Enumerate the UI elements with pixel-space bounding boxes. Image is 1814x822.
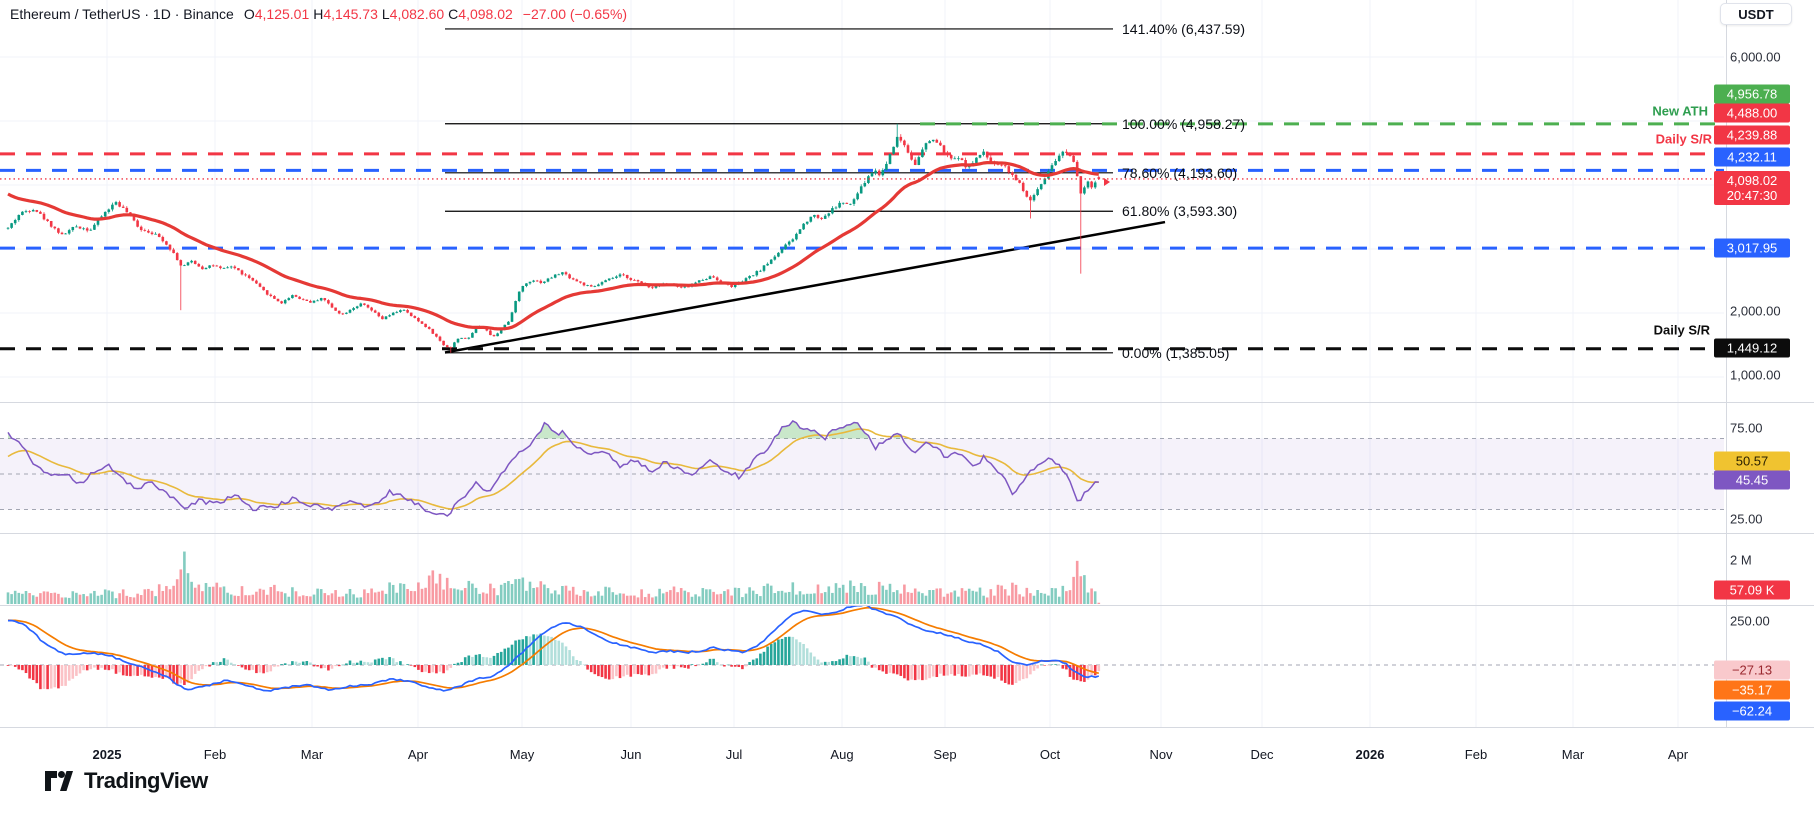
change-value: −27.00 (−0.65%) [522, 6, 628, 22]
time-axis-label: 2026 [1355, 747, 1385, 762]
time-axis-label: May [509, 747, 535, 762]
price-axis-badge: 1,449.12 [1714, 338, 1790, 358]
time-axis-label: Feb [1464, 747, 1488, 762]
ohlc-o: O4,125.01 [243, 6, 310, 22]
tradingview-logo-icon [45, 771, 73, 791]
time-axis-label: Feb [203, 747, 227, 762]
chart-legend[interactable]: Ethereum / TetherUS · 1D · Binance O4,12… [10, 6, 627, 22]
price-axis-badge: 4,239.88 [1714, 125, 1790, 145]
time-axis-label: Sep [933, 747, 957, 762]
rsi-axis-tick: 25.00 [1730, 511, 1763, 527]
fib-level-label: 61.80% (3,593.30) [1122, 203, 1238, 220]
time-axis-label: Mar [1561, 747, 1585, 762]
price-axis-tick: 1,000.00 [1730, 367, 1781, 383]
time-axis-label: Jun [620, 747, 642, 762]
price-axis-badge: 4,488.00 [1714, 103, 1790, 123]
rsi-axis-badge: 50.57 [1714, 451, 1790, 471]
annotation-new-ath: New ATH [1652, 103, 1708, 119]
time-axis-label: Apr [1667, 747, 1689, 762]
chart-canvas[interactable] [0, 0, 1814, 762]
tradingview-logo-text: TradingView [84, 768, 208, 793]
macd-axis-badge: −27.13 [1714, 660, 1790, 680]
macd-axis-tick: 250.00 [1730, 613, 1770, 629]
ohlc-l: L4,082.60 [381, 6, 445, 22]
macd-axis-badge: −62.24 [1714, 701, 1790, 721]
price-axis-tick: 2,000.00 [1730, 303, 1781, 319]
volume-axis-badge: 57.09 K [1714, 580, 1790, 600]
ohlc-values: O4,125.01 H4,145.73 L4,082.60 C4,098.02 [240, 6, 513, 22]
time-axis-label: Dec [1250, 747, 1274, 762]
price-axis-badge: 3,017.95 [1714, 238, 1790, 258]
currency-toggle-button[interactable]: USDT [1720, 3, 1792, 25]
tradingview-chart-window: Ethereum / TetherUS · 1D · Binance O4,12… [0, 0, 1814, 822]
fib-level-label: 0.00% (1,385.05) [1122, 344, 1230, 361]
rsi-axis-tick: 75.00 [1730, 420, 1763, 436]
time-axis-label: Apr [407, 747, 429, 762]
time-axis-label: Mar [300, 747, 324, 762]
price-axis-badge: 4,098.02 20:47:30 [1714, 171, 1790, 205]
time-axis-label: 2025 [92, 747, 122, 762]
tradingview-logo[interactable]: TradingView [44, 768, 208, 794]
ohlc-c: C4,098.02 [448, 6, 513, 22]
macd-axis-badge: −35.17 [1714, 680, 1790, 700]
rsi-axis-badge: 45.45 [1714, 470, 1790, 490]
time-axis-label: Nov [1149, 747, 1173, 762]
fib-level-label: 100.00% (4,958.27) [1122, 115, 1245, 132]
time-axis-label: Oct [1039, 747, 1061, 762]
volume-axis-tick: 2 M [1730, 552, 1752, 568]
price-axis-tick: 6,000.00 [1730, 49, 1781, 65]
price-axis-badge: 4,232.11 [1714, 147, 1790, 167]
fib-level-label: 141.40% (6,437.59) [1122, 20, 1245, 37]
annotation-daily-sr-upper: Daily S/R [1655, 131, 1712, 147]
fib-level-label: 78.60% (4,193.60) [1122, 164, 1238, 181]
price-axis-badge: 4,956.78 [1714, 84, 1790, 104]
time-axis-label: Aug [830, 747, 854, 762]
annotation-daily-sr-lower: Daily S/R [1653, 322, 1710, 338]
ohlc-h: H4,145.73 [313, 6, 378, 22]
symbol-title[interactable]: Ethereum / TetherUS · 1D · Binance [10, 6, 234, 22]
time-axis-label: Jul [725, 747, 743, 762]
